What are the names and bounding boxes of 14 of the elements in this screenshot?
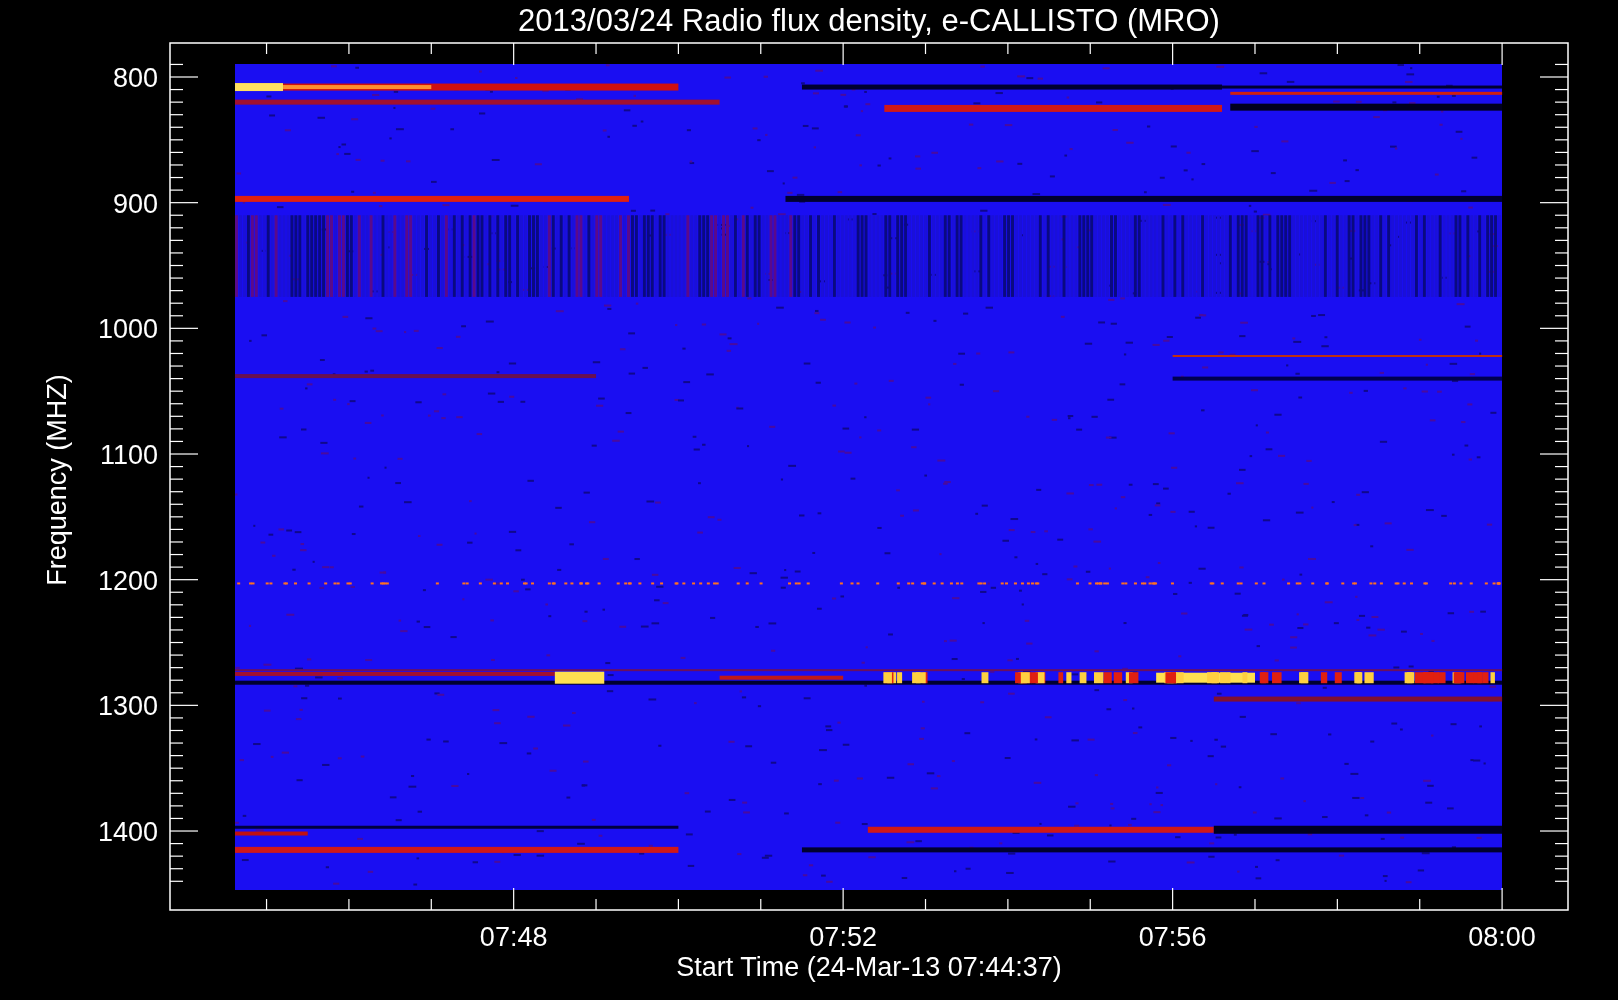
tick-label: 900: [112, 188, 158, 219]
chart-title: 2013/03/24 Radio flux density, e-CALLISTO (MRO): [518, 3, 1220, 38]
tick-label: 07:56: [1138, 922, 1207, 952]
tick-label: 1000: [97, 314, 158, 345]
y-axis-label: Frequency (MHZ): [42, 374, 72, 586]
tick-label: 07:52: [809, 922, 877, 952]
tick-label: 1100: [99, 440, 158, 470]
tick-label: 1400: [97, 817, 158, 847]
tick-label: 1300: [97, 691, 158, 722]
x-axis-label: Start Time (24-Mar-13 07:44:37): [676, 952, 1062, 982]
tick-label: 07:48: [479, 922, 548, 952]
tick-label: 1200: [97, 565, 158, 596]
tick-label: 08:00: [1468, 922, 1536, 952]
tick-label: 800: [112, 63, 158, 93]
